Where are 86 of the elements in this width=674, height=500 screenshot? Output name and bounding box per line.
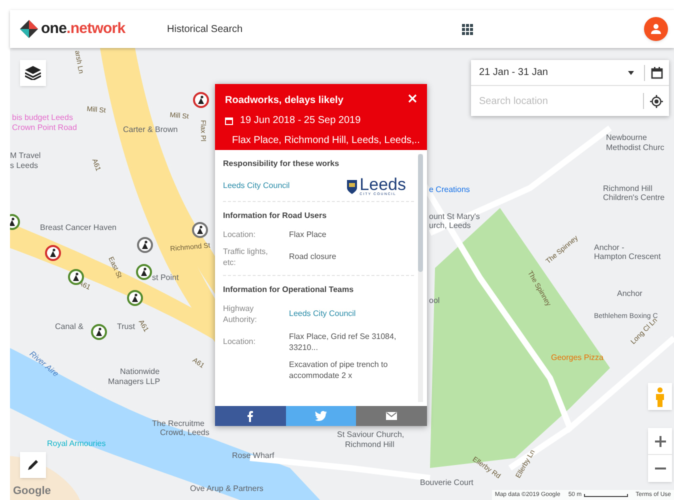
field-value: Excavation of pipe trench to accommodate 2 x [289, 358, 389, 380]
locate-icon[interactable] [650, 94, 663, 108]
facebook-icon [247, 410, 254, 422]
envelope-icon [386, 412, 398, 420]
draw-tool-button[interactable] [20, 452, 46, 478]
map-label: Newbourne [606, 134, 647, 142]
email-share-button[interactable] [356, 406, 428, 426]
field-label: Highway Authority: [223, 302, 258, 324]
facebook-share-button[interactable] [215, 406, 286, 426]
map-label: Crowd, Leeds [160, 429, 210, 437]
map-label: Bouverie Court [420, 479, 474, 487]
worker-icon [139, 267, 149, 277]
map-label: Georges Pizza [551, 354, 604, 362]
map-label: urch, Leeds [429, 222, 471, 230]
person-icon [650, 23, 662, 35]
map-label: St Saviour Church, [337, 431, 404, 439]
map-label: The Recruitme [152, 420, 204, 428]
council-link[interactable]: Leeds City Council [223, 180, 290, 192]
map-label: Richmond Hill [603, 185, 652, 193]
map-label: Children's Centre [603, 194, 665, 202]
map-label: Richmond Hill [345, 441, 394, 449]
council-logo-text: Leeds [360, 176, 406, 193]
field-value: Road closure [289, 251, 338, 262]
map-label: s Leeds [10, 162, 38, 170]
field-label: Location: [223, 228, 256, 240]
section-heading: Information for Operational Teams [223, 284, 355, 296]
worker-icon [48, 248, 58, 258]
worker-icon [195, 225, 205, 235]
map-label: Hampton Crescent [594, 253, 661, 261]
layers-button[interactable] [20, 60, 46, 86]
map-label: Crown Point Road [12, 124, 77, 132]
pencil-icon [27, 459, 39, 471]
close-button[interactable] [407, 93, 417, 103]
calendar-icon [225, 116, 233, 124]
map-label: e Creations [429, 186, 470, 194]
worker-icon [71, 272, 81, 282]
plus-icon [654, 436, 666, 446]
layers-icon [25, 66, 41, 80]
logo-icon [20, 20, 38, 38]
map-label: Nationwide [120, 368, 160, 376]
scrollbar[interactable] [418, 154, 423, 402]
page-title: Historical Search [167, 22, 243, 36]
map-label: M Travel [10, 152, 41, 160]
location-search-field[interactable]: Search location [471, 94, 643, 108]
map-label: Breast Cancer Haven [40, 224, 116, 232]
authority-link[interactable]: Leeds City Council [289, 308, 356, 319]
map-logo: Google [13, 486, 51, 497]
field-value: Flax Place [289, 228, 328, 240]
logo-text: one.network [41, 18, 126, 39]
address-text: Flax Place, Richmond Hill, Leeds, Leeds,.. [232, 134, 420, 148]
map-label: Ove Arup & Partners [190, 485, 264, 493]
map-label: Methodist Churc [606, 144, 664, 152]
worker-icon [140, 240, 150, 250]
section-heading: Information for Road Users [223, 210, 328, 222]
map-label: Rose Wharf [232, 452, 274, 460]
calendar-icon[interactable] [651, 66, 663, 78]
map-label: ool [429, 297, 440, 305]
scale-bar [584, 494, 628, 496]
map-label: Anchor - [594, 244, 624, 252]
field-label: Traffic lights, etc: [223, 246, 269, 268]
worker-icon [196, 95, 206, 105]
caret-icon [628, 70, 634, 74]
crest-icon [346, 178, 358, 194]
map-label: bis budget Leeds [12, 114, 73, 122]
user-avatar[interactable] [644, 17, 668, 41]
map-label: Canal & [55, 323, 84, 331]
worker-icon [10, 217, 17, 227]
field-value: Flax Place, Grid ref Se 31084, 33210... [289, 330, 398, 352]
map-label: ount St Mary's [429, 213, 480, 221]
apps-grid-icon[interactable] [462, 24, 473, 34]
date-range-dropdown[interactable]: 21 Jan - 31 Jan [471, 60, 644, 85]
map-label: Anchor [617, 290, 642, 298]
worker-icon [130, 293, 140, 303]
section-heading: Responsibility for these works [223, 158, 340, 170]
pegman-icon [655, 386, 665, 406]
field-label: Location: [223, 336, 256, 347]
minus-icon [654, 467, 666, 470]
map-label: Managers LLP [108, 378, 160, 386]
map-label: Royal Armouries [47, 440, 106, 448]
map-label: Trust [117, 323, 135, 331]
popup-title: Roadworks, delays likely [225, 94, 344, 108]
worker-icon [94, 327, 104, 337]
map-label: Carter & Brown [123, 126, 178, 134]
close-icon [408, 94, 416, 102]
bird-icon [315, 411, 327, 421]
date-range-text: 19 Jun 2018 - 25 Sep 2019 [240, 114, 361, 128]
